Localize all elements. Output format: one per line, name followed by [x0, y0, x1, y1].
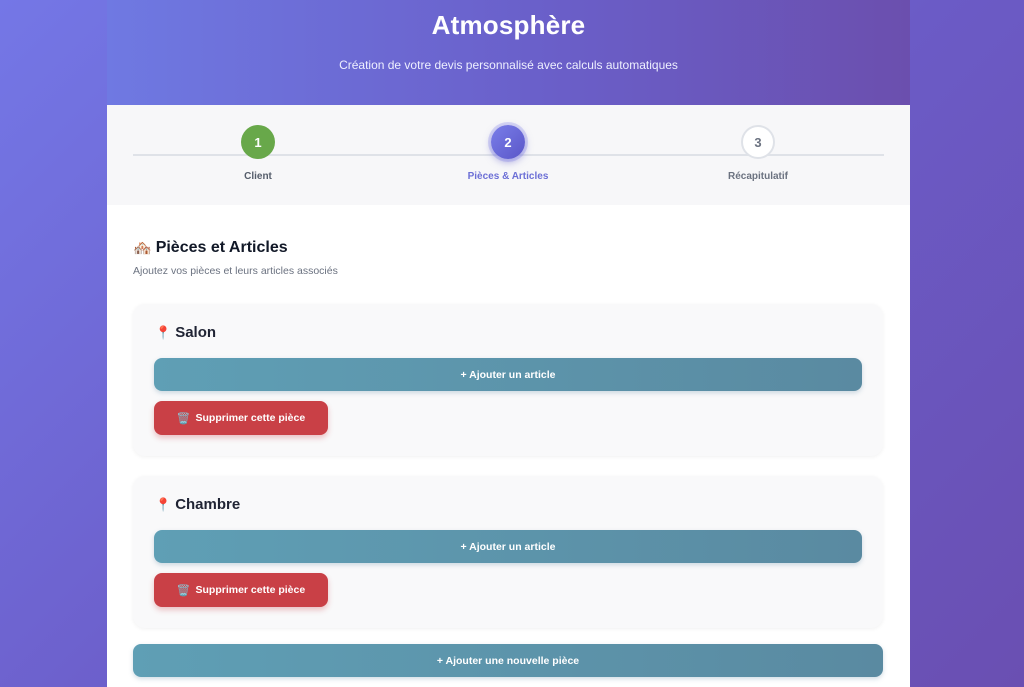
pin-icon: 📍	[155, 324, 172, 340]
delete-room-label: Supprimer cette pièce	[195, 412, 306, 424]
room-card-chambre: 📍 Chambre + Ajouter un article 🗑️ Suppri…	[133, 476, 883, 628]
step-number: 3	[741, 125, 775, 159]
section-header: 🏘️ Pièces et Articles Ajoutez vos pièces…	[133, 239, 884, 277]
trash-icon: 🗑️	[176, 412, 191, 425]
step-label: Pièces & Articles	[467, 171, 549, 182]
houses-icon: 🏘️	[133, 240, 152, 257]
quote-card: Atmosphère Création de votre devis perso…	[107, 0, 910, 687]
room-name: Chambre	[175, 496, 241, 513]
progress-stepper: 1 Client 2 Pièces & Articles 3 Récapitul…	[107, 105, 910, 205]
delete-room-button[interactable]: 🗑️ Supprimer cette pièce	[154, 401, 328, 435]
app-subtitle: Création de votre devis personnalisé ave…	[339, 58, 678, 72]
section-title: 🏘️ Pièces et Articles	[133, 239, 884, 257]
step-number: 1	[241, 125, 275, 159]
step-label: Récapitulatif	[727, 171, 788, 182]
header-banner: Atmosphère Création de votre devis perso…	[107, 0, 910, 105]
app-title: Atmosphère	[431, 10, 586, 40]
room-title: 📍 Chambre	[155, 496, 240, 513]
step-number: 2	[491, 125, 525, 159]
add-article-button[interactable]: + Ajouter un article	[154, 530, 862, 563]
delete-room-label: Supprimer cette pièce	[195, 584, 306, 596]
step-label: Client	[244, 171, 272, 182]
section-subtitle: Ajoutez vos pièces et leurs articles ass…	[133, 265, 338, 277]
delete-room-button[interactable]: 🗑️ Supprimer cette pièce	[154, 573, 328, 607]
room-card-salon: 📍 Salon + Ajouter un article 🗑️ Supprime…	[133, 304, 883, 456]
section-title-text: Pièces et Articles	[155, 239, 288, 256]
add-article-button[interactable]: + Ajouter un article	[154, 358, 862, 391]
room-title: 📍 Salon	[155, 324, 216, 341]
add-room-button[interactable]: + Ajouter une nouvelle pièce	[133, 644, 883, 677]
step-client[interactable]: 1 Client	[188, 125, 328, 182]
room-name: Salon	[175, 324, 217, 341]
trash-icon: 🗑️	[176, 584, 191, 597]
pin-icon: 📍	[155, 496, 172, 512]
step-pieces-articles[interactable]: 2 Pièces & Articles	[438, 125, 578, 182]
step-recapitulatif[interactable]: 3 Récapitulatif	[688, 125, 828, 182]
